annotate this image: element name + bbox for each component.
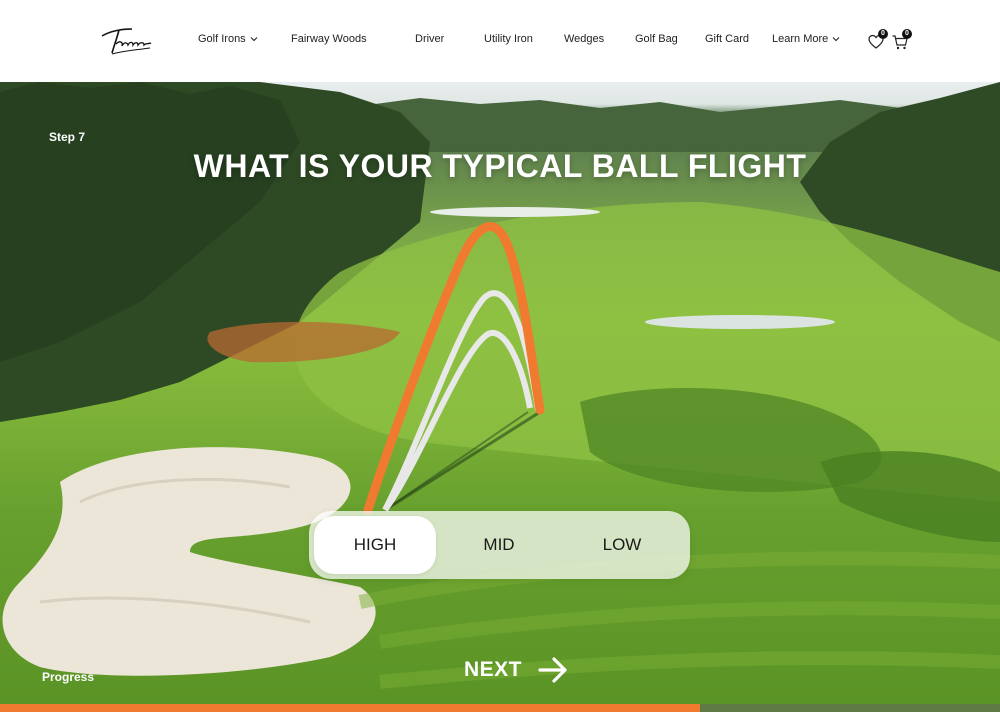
nav-item-utility-iron[interactable]: Utility Iron <box>484 33 533 45</box>
progress-bar-fill <box>0 704 700 712</box>
nav-item-label: Driver <box>415 33 445 45</box>
nav-item-gift-card[interactable]: Gift Card <box>705 33 749 45</box>
next-label: NEXT <box>464 658 523 681</box>
nav-item-label: Utility Iron <box>484 33 533 45</box>
nav-item-wedges[interactable]: Wedges <box>564 33 604 45</box>
chevron-down-icon <box>832 37 840 42</box>
option-label: LOW <box>602 535 642 554</box>
option-label: HIGH <box>353 535 397 554</box>
progress-bar <box>0 704 1000 712</box>
nav-item-learn-more[interactable]: Learn More <box>772 33 840 45</box>
option-mid-button[interactable]: MID <box>438 516 560 574</box>
question-title: WHAT IS YOUR TYPICAL BALL FLIGHT <box>193 148 807 184</box>
site-header: Golf Irons Fairway Woods Driver Utility … <box>0 0 1000 82</box>
nav-item-label: Golf Bag <box>635 33 678 45</box>
nav-item-label: Fairway Woods <box>291 33 367 45</box>
option-low-button[interactable]: LOW <box>561 516 683 574</box>
step-label: Step 7 <box>49 130 86 144</box>
cart-count-badge: 0 <box>902 29 912 39</box>
nav-item-driver[interactable]: Driver <box>415 33 444 45</box>
option-high-button[interactable]: HIGH <box>314 516 436 574</box>
nav-item-label: Golf Irons <box>198 33 246 45</box>
wishlist-count-badge: 0 <box>878 29 888 39</box>
nav-item-label: Wedges <box>564 33 605 45</box>
wishlist-button[interactable]: 0 <box>867 29 888 51</box>
nav-item-label: Learn More <box>772 33 829 45</box>
cart-button[interactable]: 0 <box>891 29 912 51</box>
quiz-hero: Step 7 WHAT IS YOUR TYPICAL BALL FLIGHT … <box>0 82 1000 704</box>
nav-item-label: Gift Card <box>705 33 750 45</box>
next-button[interactable]: NEXT <box>464 654 568 686</box>
chevron-down-icon <box>250 37 258 42</box>
arrow-right-icon <box>538 657 567 683</box>
nav-item-fairway-woods[interactable]: Fairway Woods <box>291 33 367 45</box>
nav-item-golf-bag[interactable]: Golf Bag <box>635 33 678 45</box>
progress-label: Progress <box>42 670 95 684</box>
ball-flight-options: HIGH MID LOW <box>309 511 690 579</box>
nav-item-golf-irons[interactable]: Golf Irons <box>198 33 258 45</box>
option-label: MID <box>483 535 515 554</box>
main-nav: Golf Irons Fairway Woods Driver Utility … <box>0 0 1000 82</box>
